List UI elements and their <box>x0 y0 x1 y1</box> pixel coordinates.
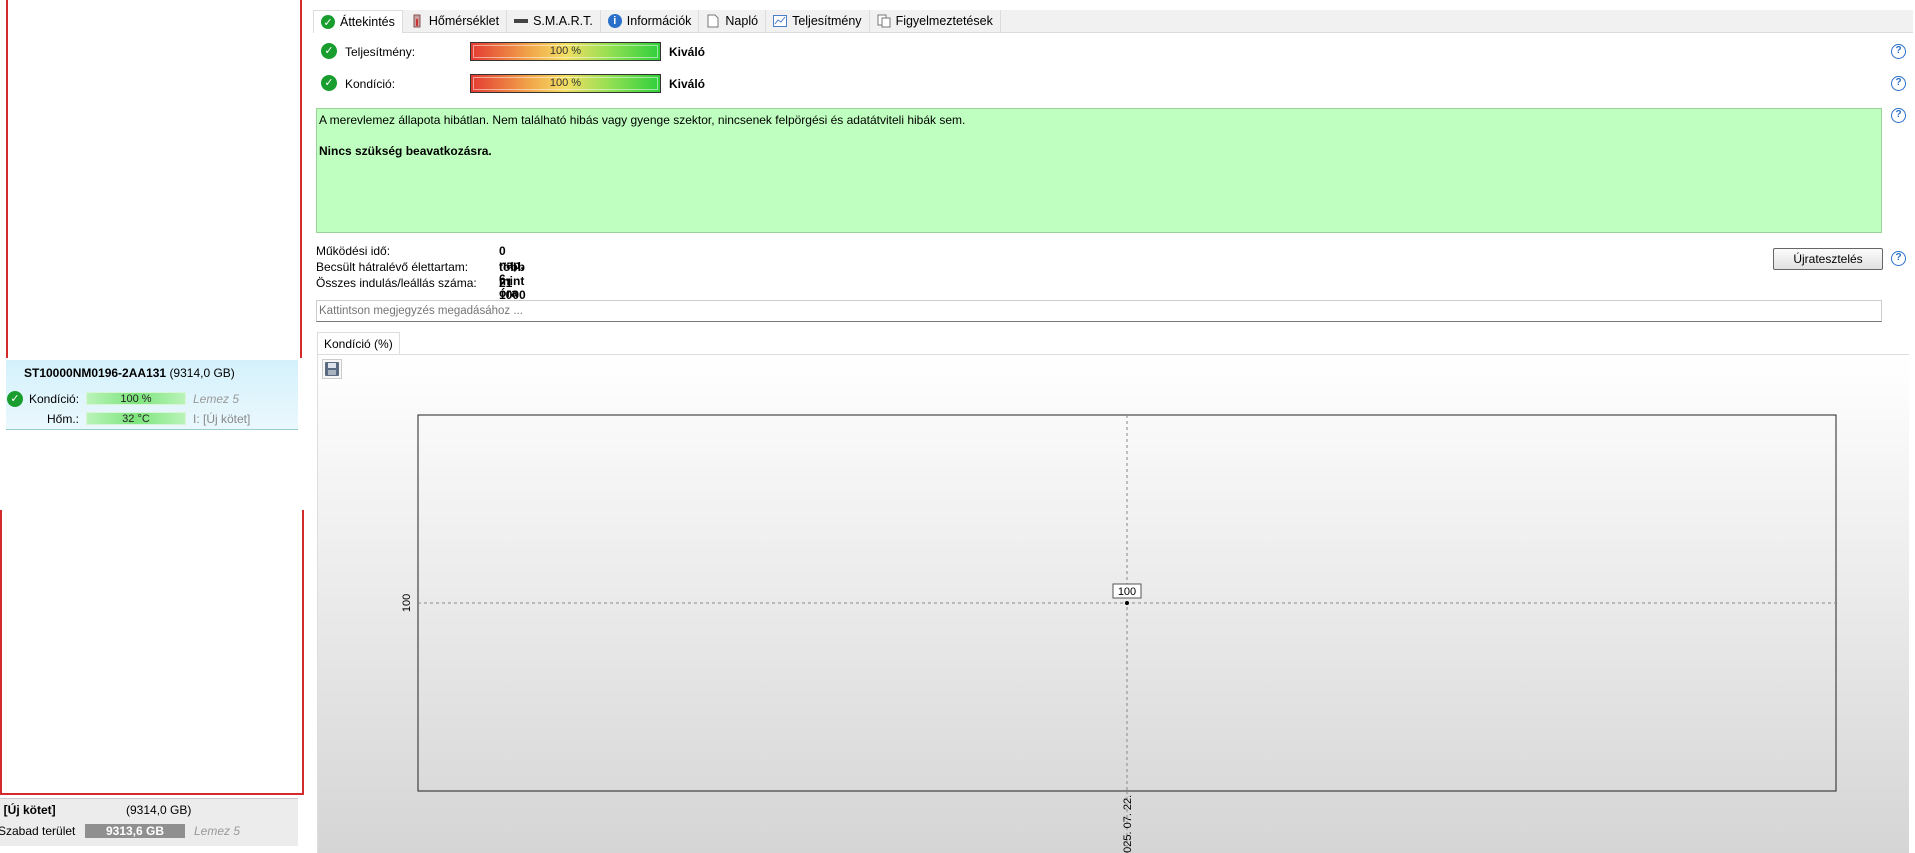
tab-label: S.M.A.R.T. <box>533 14 593 28</box>
alerts-icon <box>877 14 891 28</box>
help-icon[interactable]: ? <box>1891 251 1906 266</box>
tab-info[interactable]: i Információk <box>600 10 700 32</box>
tab-bar: ✓ Áttekintés Hőmérséklet S.M.A.R.T. i In… <box>313 10 1913 33</box>
status-box: A merevlemez állapota hibátlan. Nem talá… <box>316 108 1882 233</box>
save-chart-button[interactable] <box>322 359 342 379</box>
performance-bar: 100 % <box>470 42 661 61</box>
disk-temp-bar: 32 °C <box>86 412 186 425</box>
tab-overview[interactable]: ✓ Áttekintés <box>313 10 403 33</box>
disk-health-label: Kondíció: <box>29 392 80 406</box>
check-circle-icon: ✓ <box>321 15 335 29</box>
free-space-label: Szabad terület <box>0 824 76 838</box>
dash-icon <box>514 14 529 28</box>
health-row: ✓ Kondíció: 100 % Kiváló <box>315 74 915 94</box>
retest-button[interactable]: Újratesztelés <box>1773 248 1883 270</box>
info-icon: i <box>607 14 622 28</box>
stat-key: Működési idő: <box>316 244 391 258</box>
help-icon[interactable]: ? <box>1891 108 1906 123</box>
tab-alerts[interactable]: Figyelmeztetések <box>869 10 1001 32</box>
selection-border <box>300 0 302 358</box>
health-label: Kondíció: <box>345 77 396 91</box>
tab-label: Áttekintés <box>340 15 395 29</box>
document-icon <box>706 14 720 28</box>
selection-border <box>0 510 2 795</box>
stat-key: Összes indulás/leállás száma: <box>316 276 477 290</box>
disk-temp-label: Hőm.: <box>47 412 80 426</box>
data-point <box>1125 601 1129 605</box>
main-panel: ✓ Áttekintés Hőmérséklet S.M.A.R.T. i In… <box>305 0 1915 853</box>
free-space-bar: 9313,6 GB <box>85 824 185 838</box>
selection-border <box>0 793 304 795</box>
disk-size: (9314,0 GB) <box>169 366 235 380</box>
disk-health-bar: 100 % <box>86 392 186 405</box>
health-chart: 100 2025. 07. 22. 100 <box>401 414 1837 853</box>
status-message: A merevlemez állapota hibátlan. Nem talá… <box>319 113 966 127</box>
health-bar: 100 % <box>470 74 661 93</box>
volume-size: (9314,0 GB) <box>126 803 192 817</box>
volume-name: I: [Új kötet] <box>0 803 56 817</box>
disk-volume-ref: I: [Új kötet] <box>193 412 251 426</box>
check-circle-icon: ✓ <box>321 75 337 91</box>
performance-row: ✓ Teljesítmény: 100 % Kiváló <box>315 42 915 62</box>
health-result: Kiváló <box>669 77 706 91</box>
tab-log[interactable]: Napló <box>699 10 767 32</box>
tab-performance[interactable]: Teljesítmény <box>766 10 870 32</box>
selection-border <box>302 510 304 795</box>
y-tick-label: 100 <box>401 594 413 612</box>
selection-border <box>6 0 8 358</box>
disk-title: ST10000NM0196-2AA131 (9314,0 GB) <box>24 366 235 380</box>
tab-temperature[interactable]: Hőmérséklet <box>402 10 508 32</box>
left-panel: ST10000NM0196-2AA131 (9314,0 GB) ✓ Kondí… <box>0 0 304 853</box>
performance-value: 100 % <box>549 45 582 57</box>
x-tick-label: 2025. 07. 22. <box>1122 795 1134 853</box>
volume-card[interactable]: I: [Új kötet] (9314,0 GB) Szabad terület… <box>0 798 298 846</box>
thermometer-icon <box>410 14 424 28</box>
tab-label: Napló <box>725 14 759 28</box>
performance-label: Teljesítmény: <box>345 45 416 59</box>
tab-label: Teljesítmény <box>792 14 862 28</box>
stat-value: 21 <box>499 276 513 290</box>
status-advice: Nincs szükség beavatkozásra. <box>319 144 492 158</box>
floppy-icon <box>325 362 339 376</box>
note-input[interactable] <box>316 300 1882 322</box>
disk-model: ST10000NM0196-2AA131 <box>24 366 167 380</box>
stat-key: Becsült hátralévő élettartam: <box>316 260 469 274</box>
tab-label: Hőmérséklet <box>428 14 500 28</box>
chart-icon <box>773 14 788 28</box>
tab-smart[interactable]: S.M.A.R.T. <box>507 10 601 32</box>
tab-label: Információk <box>626 14 692 28</box>
data-label: 100 <box>1118 586 1136 598</box>
disk-number: Lemez 5 <box>193 392 240 406</box>
volume-disk-number: Lemez 5 <box>194 824 241 838</box>
chart-area: 100 2025. 07. 22. 100 <box>317 354 1909 853</box>
disk-card[interactable]: ST10000NM0196-2AA131 (9314,0 GB) ✓ Kondí… <box>6 360 298 430</box>
check-circle-icon: ✓ <box>321 43 337 59</box>
chart-tab-health[interactable]: Kondíció (%) <box>317 332 400 354</box>
check-circle-icon: ✓ <box>7 391 23 407</box>
performance-result: Kiváló <box>669 45 706 59</box>
help-icon[interactable]: ? <box>1891 76 1906 91</box>
help-icon[interactable]: ? <box>1891 44 1906 59</box>
health-value: 100 % <box>549 77 582 89</box>
tab-label: Figyelmeztetések <box>895 14 993 28</box>
